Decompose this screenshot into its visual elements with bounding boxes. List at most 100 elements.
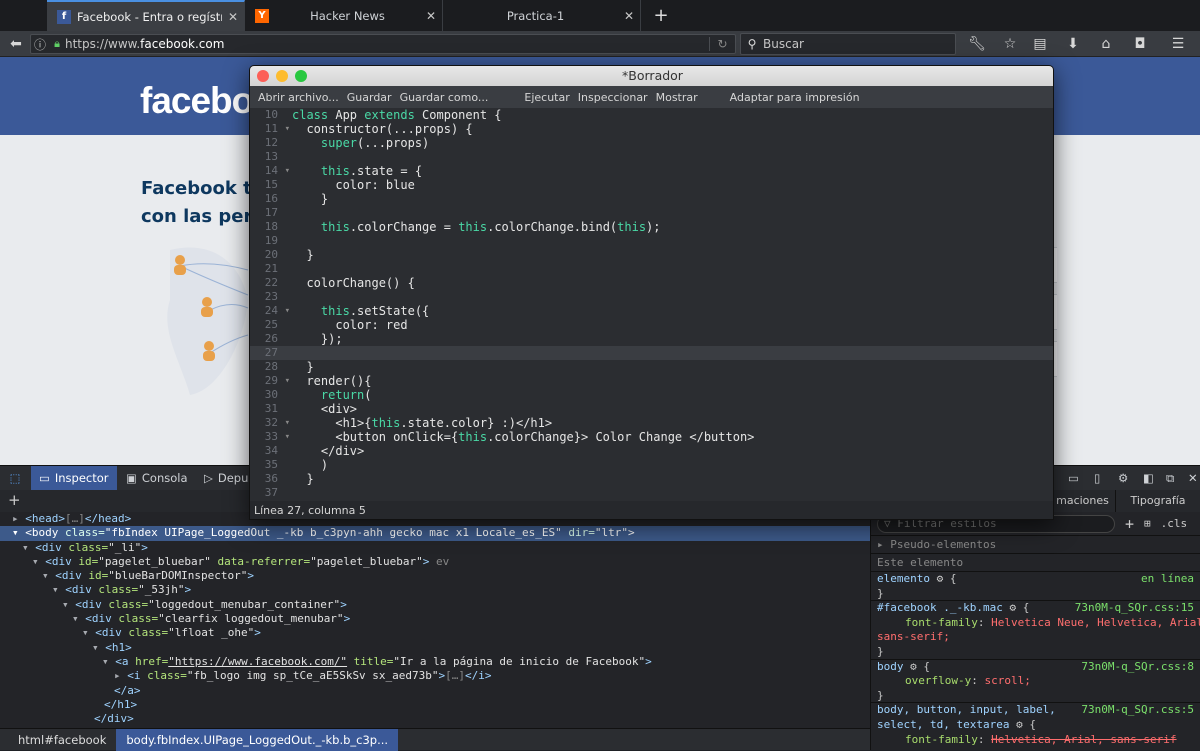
close-tab-icon[interactable]: ✕ [618, 9, 640, 23]
facebook-tagline: Facebook te con las pers [141, 175, 261, 231]
url-prefix: https://www. [65, 37, 141, 51]
dom-node[interactable]: </a> [0, 684, 870, 698]
tab-console[interactable]: ▣ Consola [118, 466, 196, 490]
rule-selector-text: select, td, textarea [877, 717, 1010, 731]
url-domain: facebook [140, 37, 195, 51]
rule-declaration[interactable]: font-family: Helvetica, Arial, sans-seri… [871, 733, 1200, 748]
dom-node[interactable]: ▾ <div class="_li"> [0, 541, 870, 555]
rule-selector[interactable]: #facebook ._-kb.mac ⚙ {73n0M-q_SQr.css:1… [871, 601, 1200, 616]
dom-node[interactable]: ▾ <div id="blueBarDOMInspector"> [0, 569, 870, 583]
fold-marker-icon[interactable]: ▾ [285, 122, 290, 136]
rule-source[interactable]: en línea [1141, 572, 1194, 587]
dom-node-selected[interactable]: ▾ <body class="fbIndex UIPage_LoggedOut … [0, 526, 870, 541]
fold-marker-icon[interactable]: ▾ [285, 430, 290, 444]
tab-inspector[interactable]: ▭ Inspector [31, 466, 117, 490]
search-icon: ⚲ [747, 37, 757, 51]
pretty-print-button[interactable]: Adaptar para impresión [726, 91, 864, 104]
responsive-icon[interactable]: ▭ [1060, 466, 1087, 490]
tab-debugger[interactable]: ▷ Depu [196, 466, 256, 490]
tab-fonts[interactable]: Tipografía [1115, 490, 1200, 512]
rule-source[interactable]: 73n0M-q_SQr.css:8 [1081, 660, 1194, 675]
tab-practica[interactable]: Practica-1 ✕ [443, 0, 641, 31]
breadcrumb-body[interactable]: body.fbIndex.UIPage_LoggedOut._-kb.b_c3p… [116, 728, 399, 751]
phone-icon[interactable]: ▯ [1086, 466, 1108, 490]
maximize-window-icon[interactable] [295, 70, 307, 82]
add-node-icon[interactable]: + [8, 491, 21, 509]
home-icon[interactable]: ⌂ [1094, 33, 1118, 55]
open-file-button[interactable]: Abrir archivo... [254, 91, 343, 104]
minimize-window-icon[interactable] [276, 70, 288, 82]
dom-node[interactable]: ▾ <div id="pagelet_bluebar" data-referre… [0, 555, 870, 569]
rule-declaration[interactable]: overflow-y: scroll; [871, 674, 1200, 689]
add-rule-icon[interactable]: + [1125, 515, 1134, 533]
save-as-button[interactable]: Guardar como... [396, 91, 493, 104]
gear-icon[interactable]: ⚙ [1009, 601, 1016, 614]
clipboard-icon[interactable]: ▤ [1028, 33, 1052, 55]
dom-node[interactable]: ▾ <div class="loggedout_menubar_containe… [0, 598, 870, 612]
tab-facebook[interactable]: f Facebook - Entra o regístrate ✕ [47, 0, 245, 31]
inspect-button[interactable]: Inspeccionar [574, 91, 652, 104]
window-title: *Borrador [622, 68, 683, 83]
fold-marker-icon[interactable]: ▾ [285, 164, 290, 178]
save-button[interactable]: Guardar [343, 91, 396, 104]
bookmark-star-icon[interactable]: ☆ [998, 33, 1022, 55]
close-devtools-icon[interactable]: ✕ [1180, 466, 1200, 490]
pseudo-elements-section[interactable]: ▸ Pseudo-elementos [871, 536, 1200, 554]
rule-selector[interactable]: body ⚙ {73n0M-q_SQr.css:8 [871, 660, 1200, 675]
dom-node[interactable]: ▸ <i class="fb_logo img sp_tCe_aE5SkSv s… [0, 669, 870, 683]
dom-node[interactable]: ▾ <div class="_53jh"> [0, 583, 870, 597]
dom-tree: ▸ <head>[…]</head> ▾ <body class="fbInde… [0, 512, 870, 728]
line-number: 34 [264, 444, 278, 457]
new-tab-button[interactable]: + [641, 0, 681, 31]
rule-selector[interactable]: elemento ⚙ {en línea [871, 572, 1200, 587]
settings-gear-icon[interactable]: ⚙ [1110, 466, 1136, 490]
url-bar[interactable]: ⓘ 🔒︎ https://www. facebook .com ↻ [30, 34, 736, 54]
back-arrow-icon[interactable]: ⬅ [4, 33, 28, 55]
prop-value: Helvetica Neue, Helvetica, Arial, [991, 615, 1200, 629]
rule-source[interactable]: 73n0M-q_SQr.css:5 [1081, 703, 1194, 718]
close-tab-icon[interactable]: ✕ [420, 9, 442, 23]
run-button[interactable]: Ejecutar [520, 91, 573, 104]
rule-selector[interactable]: body, button, input, label, 73n0M-q_SQr.c… [871, 703, 1200, 718]
download-icon[interactable]: ⬇ [1061, 33, 1085, 55]
close-tab-icon[interactable]: ✕ [222, 10, 244, 24]
toggle-pseudo-icon[interactable]: ⊞ [1144, 517, 1151, 530]
reload-icon[interactable]: ↻ [709, 37, 735, 51]
prop-value: scroll; [984, 674, 1031, 688]
line-number: 33 ▾ [250, 430, 292, 444]
tab-animations[interactable]: maciones [1050, 490, 1115, 512]
dom-node[interactable]: </h1> [0, 698, 870, 712]
prop-value: sans-serif; [877, 630, 950, 644]
rule-source[interactable]: 73n0M-q_SQr.css:15 [1075, 601, 1194, 616]
line-number-gutter: 10 11 ▾ 12 13 14 ▾ 15 16 17 18 19 20 21 22 23 24 ▾ 25 26 27 2… [250, 108, 292, 501]
pocket-icon[interactable]: ◘ [1128, 33, 1152, 55]
search-bar[interactable]: ⚲ Buscar [740, 33, 956, 55]
gear-icon[interactable]: ⚙ [1016, 718, 1023, 731]
code-editor[interactable]: class App extends Component { constructo… [292, 108, 1053, 501]
code-line: } [292, 360, 314, 374]
rule-selector-text: #facebook ._-kb.mac [877, 601, 1003, 615]
dom-node[interactable]: ▾ <div class="clearfix loggedout_menubar… [0, 612, 870, 626]
dom-node[interactable]: ▾ <h1> [0, 641, 870, 655]
fold-marker-icon[interactable]: ▾ [285, 304, 290, 318]
info-icon[interactable]: ⓘ [31, 36, 49, 53]
fold-marker-icon[interactable]: ▾ [285, 374, 290, 388]
pick-element-icon[interactable]: ⬚ [0, 466, 30, 490]
menu-icon[interactable]: ☰ [1166, 33, 1190, 55]
rule-declaration[interactable]: font-family: Helvetica Neue, Helvetica, … [871, 616, 1200, 631]
breadcrumb-html[interactable]: html#facebook [0, 733, 116, 747]
gear-icon[interactable]: ⚙ [937, 572, 944, 585]
gear-icon[interactable]: ⚙ [910, 660, 917, 673]
fold-marker-icon[interactable]: ▾ [285, 416, 290, 430]
undock-icon[interactable]: ⧉ [1158, 466, 1182, 490]
close-window-icon[interactable] [257, 70, 269, 82]
dom-node[interactable]: ▾ <a href="https://www.facebook.com/" ti… [0, 655, 870, 669]
display-button[interactable]: Mostrar [652, 91, 702, 104]
dom-node[interactable]: ▾ <div class="lfloat _ohe"> [0, 626, 870, 640]
wrench-icon[interactable]: 🔧︎ [965, 33, 989, 55]
code-line: </div> [292, 444, 365, 458]
dom-node[interactable]: </div> [0, 712, 870, 726]
cls-toggle[interactable]: .cls [1161, 517, 1188, 530]
tab-hacker-news[interactable]: Y Hacker News ✕ [245, 0, 443, 31]
